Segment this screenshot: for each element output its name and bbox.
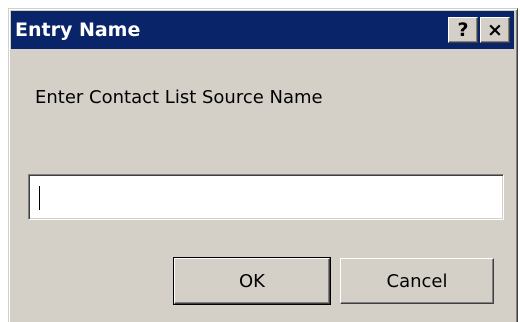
cancel-button[interactable]: Cancel <box>340 258 494 304</box>
source-name-input[interactable] <box>28 174 504 220</box>
close-button[interactable]: × <box>480 17 510 43</box>
dialog-title: Entry Name <box>15 19 141 41</box>
help-button[interactable]: ? <box>448 17 478 43</box>
cancel-button-label: Cancel <box>386 270 448 292</box>
ok-button-label: OK <box>239 270 265 292</box>
close-icon: × <box>487 18 503 41</box>
ok-button[interactable]: OK <box>173 257 331 305</box>
prompt-label: Enter Contact List Source Name <box>35 87 323 108</box>
title-bar[interactable]: Entry Name ? × <box>11 11 514 49</box>
question-mark-icon: ? <box>457 18 469 41</box>
text-caret <box>39 186 40 210</box>
